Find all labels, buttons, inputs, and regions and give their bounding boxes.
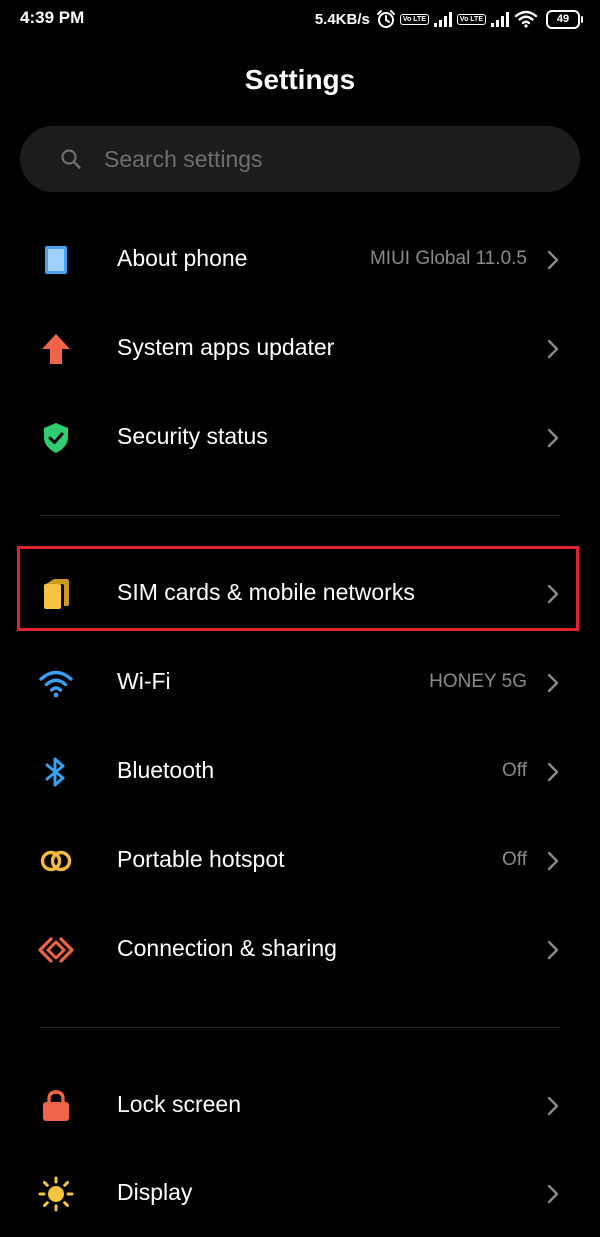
- settings-item-security-status[interactable]: Security status: [0, 395, 600, 481]
- chevron-right-icon: [546, 761, 560, 788]
- chevron-right-icon: [546, 939, 560, 966]
- search-icon: [60, 148, 82, 175]
- section-divider: [40, 1027, 560, 1028]
- settings-item-connection-sharing[interactable]: Connection & sharing: [0, 907, 600, 993]
- alarm-icon: [376, 9, 396, 29]
- item-label: Security status: [117, 423, 268, 449]
- page-title: Settings: [244, 64, 356, 95]
- network-speed: 5.4KB/s: [314, 10, 370, 28]
- hotspot-icon: [38, 843, 74, 879]
- settings-item-bluetooth[interactable]: Bluetooth Off: [0, 729, 600, 815]
- item-value: Off: [502, 760, 527, 781]
- item-label: Wi-Fi: [117, 668, 171, 694]
- section-divider: [40, 515, 560, 516]
- settings-item-display[interactable]: Display: [0, 1151, 600, 1237]
- search-bar[interactable]: [20, 126, 580, 192]
- signal-icon-2: [490, 10, 510, 28]
- settings-item-wifi[interactable]: Wi-Fi HONEY 5G: [0, 640, 600, 726]
- signal-icon-1: [433, 10, 453, 28]
- volte-badge-1: Vo LTE: [399, 13, 429, 25]
- item-label: Bluetooth: [117, 757, 215, 783]
- wifi-icon: [38, 665, 74, 701]
- settings-item-system-apps-updater[interactable]: System apps updater: [0, 306, 600, 392]
- chevron-right-icon: [546, 672, 560, 699]
- connection-sharing-icon: [38, 932, 74, 968]
- item-label: Portable hotspot: [117, 846, 285, 872]
- chevron-right-icon: [546, 427, 560, 454]
- chevron-right-icon: [546, 850, 560, 877]
- lock-icon: [38, 1088, 74, 1124]
- wifi-status-icon: [514, 10, 538, 28]
- item-label: Display: [117, 1179, 193, 1205]
- settings-item-about-phone[interactable]: About phone MIUI Global 11.0.5: [0, 217, 600, 303]
- volte-label-2: Vo LTE: [459, 15, 483, 23]
- shield-check-icon: [38, 420, 74, 456]
- chevron-right-icon: [546, 1183, 560, 1210]
- battery-icon: 49: [546, 9, 583, 29]
- item-label: Lock screen: [117, 1091, 242, 1117]
- arrow-up-icon: [38, 331, 74, 367]
- chevron-right-icon: [546, 249, 560, 276]
- settings-item-portable-hotspot[interactable]: Portable hotspot Off: [0, 818, 600, 904]
- status-time: 4:39 PM: [20, 8, 85, 27]
- item-value: Off: [502, 849, 527, 870]
- volte-badge-2: Vo LTE: [456, 13, 486, 25]
- volte-label-1: Vo LTE: [402, 15, 426, 23]
- item-label: Connection & sharing: [117, 935, 337, 961]
- battery-level: 49: [556, 12, 570, 25]
- bluetooth-icon: [38, 754, 74, 790]
- settings-item-lock-screen[interactable]: Lock screen: [0, 1063, 600, 1149]
- status-bar: 4:39 PM 5.4KB/s Vo LTE Vo LTE 49: [0, 0, 600, 40]
- phone-icon: [38, 242, 74, 278]
- chevron-right-icon: [546, 1095, 560, 1122]
- status-icons: 5.4KB/s Vo LTE Vo LTE 49: [314, 7, 583, 31]
- chevron-right-icon: [546, 338, 560, 365]
- search-input[interactable]: [104, 138, 574, 180]
- item-label: System apps updater: [117, 334, 335, 360]
- highlight-annotation-box: [17, 546, 579, 631]
- item-label: About phone: [117, 245, 248, 271]
- item-value: MIUI Global 11.0.5: [369, 248, 527, 269]
- sun-icon: [38, 1176, 74, 1212]
- item-value: HONEY 5G: [429, 671, 527, 692]
